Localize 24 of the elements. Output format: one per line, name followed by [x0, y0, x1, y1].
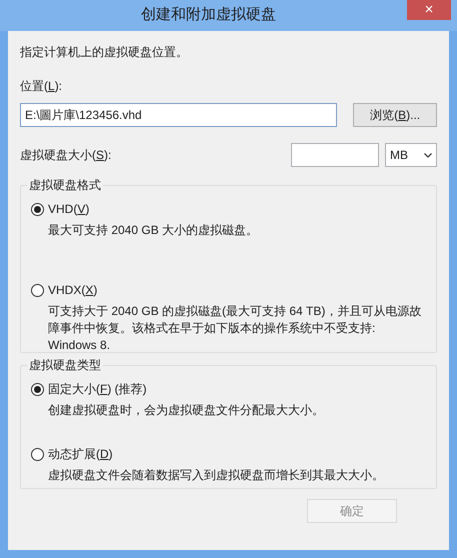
- radio-label[interactable]: VHDX(X): [48, 281, 98, 299]
- location-label: 位置(L):: [20, 78, 64, 95]
- radio-label[interactable]: VHD(V): [48, 200, 90, 218]
- radio-button[interactable]: [31, 382, 44, 396]
- intro-text: 指定计算机上的虚拟硬盘位置。: [20, 44, 189, 61]
- radio-label[interactable]: 固定大小(F) (推荐): [48, 380, 147, 398]
- browse-button[interactable]: 浏览(B)...: [353, 103, 437, 127]
- size-field[interactable]: [291, 143, 379, 167]
- close-button[interactable]: ×: [407, 0, 451, 20]
- window-title: 创建和附加虚拟硬盘: [140, 5, 277, 26]
- option-description: 最大可支持 2040 GB 大小的虚拟磁盘。: [48, 222, 260, 239]
- size-label: 虚拟硬盘大小(S):: [20, 147, 112, 164]
- option-description: 创建虚拟硬盘时，会为虚拟硬盘文件分配最大大小。: [48, 402, 325, 419]
- radio-button[interactable]: [31, 202, 44, 216]
- group-title: 虚拟硬盘类型: [27, 358, 103, 372]
- location-field[interactable]: E:\圖片庫\123456.vhd: [20, 103, 338, 127]
- unit-dropdown[interactable]: MB: [385, 143, 437, 167]
- radio-label[interactable]: 动态扩展(D): [48, 445, 113, 463]
- option-description: 虚拟硬盘文件会随着数据写入到虚拟硬盘而增长到其最大大小。: [48, 467, 385, 484]
- option-description: 可支持大于 2040 GB 的虚拟磁盘(最大可支持 64 TB)，并且可从电源故障事件中恢复。该格式在早于如下版本的操作系统中不受支持: Windows 8.: [48, 303, 422, 354]
- radio-button[interactable]: [31, 284, 44, 296]
- chevron-icon: [424, 152, 432, 158]
- radio-button[interactable]: [31, 448, 44, 460]
- group-title: 虚拟硬盘格式: [27, 178, 103, 192]
